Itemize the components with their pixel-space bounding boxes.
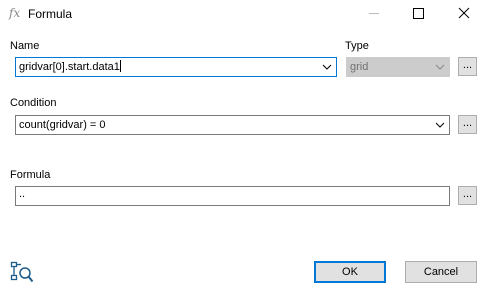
- type-combobox: grid: [346, 57, 450, 77]
- fx-icon: fx: [9, 6, 21, 20]
- chevron-down-icon: [435, 64, 445, 70]
- close-icon: [458, 7, 470, 19]
- name-label: Name: [10, 40, 40, 52]
- cancel-button[interactable]: Cancel: [405, 261, 477, 283]
- formula-label: Formula: [10, 169, 51, 181]
- formula-browse-button[interactable]: ...: [458, 186, 477, 205]
- type-value: grid: [350, 61, 369, 73]
- condition-combobox[interactable]: count(gridvar) = 0: [15, 115, 450, 135]
- type-browse-button[interactable]: ...: [458, 57, 477, 76]
- window-title: Formula: [28, 7, 73, 21]
- name-value: gridvar[0].start.data1: [19, 61, 120, 73]
- ok-button[interactable]: OK: [314, 261, 386, 283]
- maximize-button[interactable]: [396, 0, 442, 28]
- chevron-down-icon[interactable]: [322, 63, 332, 71]
- maximize-icon: [413, 8, 424, 19]
- formula-input[interactable]: ..: [15, 186, 450, 206]
- close-button[interactable]: [440, 0, 485, 28]
- name-combobox[interactable]: gridvar[0].start.data1: [15, 57, 337, 77]
- title-bar: fx Formula: [0, 0, 485, 28]
- text-cursor: [119, 60, 121, 72]
- condition-browse-button[interactable]: ...: [458, 115, 477, 134]
- tree-search-icon[interactable]: [10, 261, 34, 283]
- condition-label: Condition: [10, 97, 57, 109]
- chevron-down-icon[interactable]: [435, 121, 445, 129]
- minimize-icon: [369, 13, 379, 14]
- condition-value: count(gridvar) = 0: [19, 119, 106, 131]
- type-label: Type: [345, 40, 369, 52]
- minimize-button[interactable]: [350, 0, 396, 28]
- formula-value: ..: [19, 188, 26, 200]
- formula-dialog: fx Formula Name gridvar[0].start.data1 T…: [0, 0, 485, 290]
